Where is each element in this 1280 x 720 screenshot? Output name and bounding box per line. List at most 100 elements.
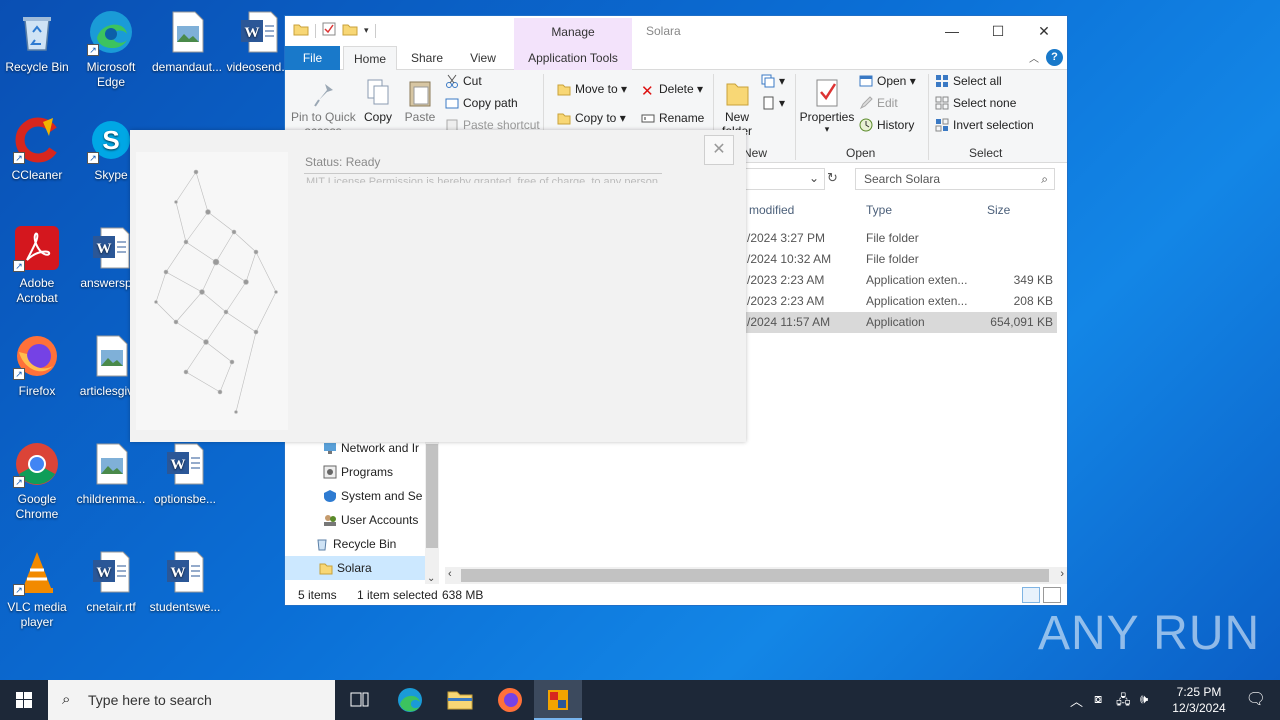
new-folder-button[interactable]: New folder	[719, 78, 755, 138]
desktop-icon-optionsbe[interactable]: W optionsbe...	[148, 440, 222, 507]
select-all-button[interactable]: Select all	[935, 74, 1002, 88]
nav-item-solara[interactable]: Solara	[285, 556, 425, 580]
search-input[interactable]: Search Solara ⌕	[855, 168, 1055, 190]
taskbar-file-explorer[interactable]	[436, 680, 484, 720]
collapse-ribbon-icon[interactable]: ︿	[1029, 50, 1039, 65]
close-button[interactable]: ✕	[1021, 16, 1067, 46]
taskbar-firefox[interactable]	[486, 680, 534, 720]
rename-button[interactable]: Rename	[641, 111, 704, 125]
taskbar-edge[interactable]	[386, 680, 434, 720]
desktop-icon-acrobat[interactable]: ↗ Adobe Acrobat	[0, 224, 74, 306]
desktop-icon-chrome[interactable]: ↗ Google Chrome	[0, 440, 74, 522]
network-icon[interactable]: 🖧	[1116, 691, 1131, 713]
copy-path-button[interactable]: Copy path	[445, 96, 518, 110]
maximize-button[interactable]: ☐	[975, 16, 1021, 46]
refresh-icon[interactable]: ↻	[827, 170, 838, 186]
selection-size: 638 MB	[442, 588, 484, 602]
scrollbar-thumb[interactable]	[426, 444, 438, 548]
file-row[interactable]: /2023 2:23 AM Application exten... 349 K…	[725, 270, 1057, 291]
edge-icon: ↗	[87, 8, 135, 56]
users-icon	[323, 511, 337, 526]
open-button[interactable]: Open ▾	[859, 74, 916, 88]
nav-label: Recycle Bin	[333, 537, 397, 551]
tab-view[interactable]: View	[463, 46, 503, 70]
column-type[interactable]: Type	[866, 203, 892, 217]
new-item-button[interactable]: ▾	[761, 74, 785, 88]
cut-button[interactable]: Cut	[445, 74, 482, 88]
horizontal-scrollbar[interactable]: ‹ ›	[445, 567, 1067, 584]
nav-scrollbar[interactable]: ⌄	[425, 436, 439, 584]
splash-close-button[interactable]: ✕	[704, 135, 734, 165]
file-type: Application exten...	[866, 273, 968, 287]
vlc-icon: ↗	[13, 548, 61, 596]
edit-button[interactable]: Edit	[859, 96, 898, 110]
file-type: Application exten...	[866, 294, 968, 308]
large-icons-view-button[interactable]	[1043, 587, 1061, 603]
desktop-icon-cnetair[interactable]: W cnetair.rtf	[74, 548, 148, 615]
chevron-up-icon[interactable]: ︿	[1070, 691, 1083, 710]
start-button[interactable]	[0, 680, 48, 720]
history-button[interactable]: History	[859, 118, 914, 132]
file-row[interactable]: /2024 3:27 PM File folder	[725, 228, 1057, 249]
file-row-selected[interactable]: /2024 11:57 AM Application 654,091 KB	[725, 312, 1057, 333]
task-view-button[interactable]	[336, 680, 384, 720]
volume-icon[interactable]: 🕪	[1140, 691, 1148, 707]
minimize-button[interactable]: —	[929, 16, 975, 46]
tab-share[interactable]: Share	[407, 46, 447, 70]
tab-application-tools[interactable]: Application Tools	[514, 46, 632, 70]
taskbar-search-box[interactable]: ⌕ Type here to search	[48, 680, 335, 720]
history-label: History	[877, 118, 915, 132]
separator	[795, 74, 796, 160]
tab-home[interactable]: Home	[343, 46, 397, 71]
select-all-label: Select all	[953, 74, 1002, 88]
properties-button[interactable]: Properties ▾	[799, 78, 855, 135]
easy-access-button[interactable]: ▾	[761, 96, 785, 110]
column-date-modified[interactable]: modified	[749, 203, 794, 217]
desktop-icon-demandaut[interactable]: demandaut...	[150, 8, 224, 75]
column-size[interactable]: Size	[987, 203, 1010, 217]
desktop-icon-vlc[interactable]: ↗ VLC media player	[0, 548, 74, 630]
address-dropdown[interactable]: ⌄	[745, 168, 825, 190]
new-folder-qat-icon[interactable]	[342, 22, 358, 39]
word-document-icon: W	[161, 548, 209, 596]
desktop-icon-ccleaner[interactable]: ↗ CCleaner	[0, 116, 74, 183]
desktop-icon-firefox[interactable]: ↗ Firefox	[0, 332, 74, 399]
select-none-button[interactable]: Select none	[935, 96, 1016, 110]
chevron-left-icon[interactable]: ‹	[448, 568, 452, 580]
taskbar-active-app[interactable]	[534, 680, 582, 720]
nav-item-recycle-bin[interactable]: Recycle Bin	[315, 532, 396, 556]
nav-item-programs[interactable]: Programs	[323, 460, 393, 484]
file-row[interactable]: /2023 2:23 AM Application exten... 208 K…	[725, 291, 1057, 312]
chevron-down-icon[interactable]: ⌄	[427, 573, 435, 584]
desktop-icon-label: Recycle Bin	[5, 60, 69, 74]
scrollbar-thumb[interactable]	[461, 569, 1049, 582]
camera-icon[interactable]: ⧇	[1094, 691, 1102, 707]
tab-file[interactable]: File	[285, 46, 340, 70]
file-row[interactable]: /2024 10:32 AM File folder	[725, 249, 1057, 270]
properties-qat-icon[interactable]	[322, 22, 336, 39]
copy-to-button[interactable]: Copy to ▾	[557, 111, 626, 125]
chevron-right-icon[interactable]: ›	[1060, 568, 1064, 580]
delete-button[interactable]: ✕ Delete ▾	[641, 82, 703, 99]
clock[interactable]: 7:25 PM 12/3/2024	[1164, 684, 1234, 716]
svg-text:W: W	[171, 457, 186, 473]
move-to-button[interactable]: Move to ▾	[557, 82, 627, 96]
copy-path-icon	[445, 96, 459, 110]
pin-to-quick-access-button[interactable]: Pin to Quick access	[291, 78, 356, 138]
paste-button[interactable]: Paste	[403, 78, 437, 124]
desktop-icon-childrenma[interactable]: childrenma...	[74, 440, 148, 507]
notification-icon[interactable]: 🗨	[1246, 689, 1266, 709]
desktop-icon-edge[interactable]: ↗ Microsoft Edge	[74, 8, 148, 90]
invert-selection-button[interactable]: Invert selection	[935, 118, 1034, 132]
details-view-button[interactable]	[1022, 587, 1040, 603]
nav-item-user-accounts[interactable]: User Accounts	[323, 508, 418, 532]
folder-icon	[447, 691, 473, 710]
copy-button[interactable]: Copy	[361, 78, 395, 124]
desktop-icon-recycle-bin[interactable]: Recycle Bin	[0, 8, 74, 75]
properties-icon	[813, 78, 841, 108]
nav-item-system[interactable]: System and Se	[323, 484, 422, 508]
help-icon[interactable]: ?	[1046, 49, 1063, 66]
separator	[928, 74, 929, 160]
chevron-down-icon[interactable]: ▾	[364, 25, 369, 36]
desktop-icon-studentswe[interactable]: W studentswe...	[148, 548, 222, 615]
